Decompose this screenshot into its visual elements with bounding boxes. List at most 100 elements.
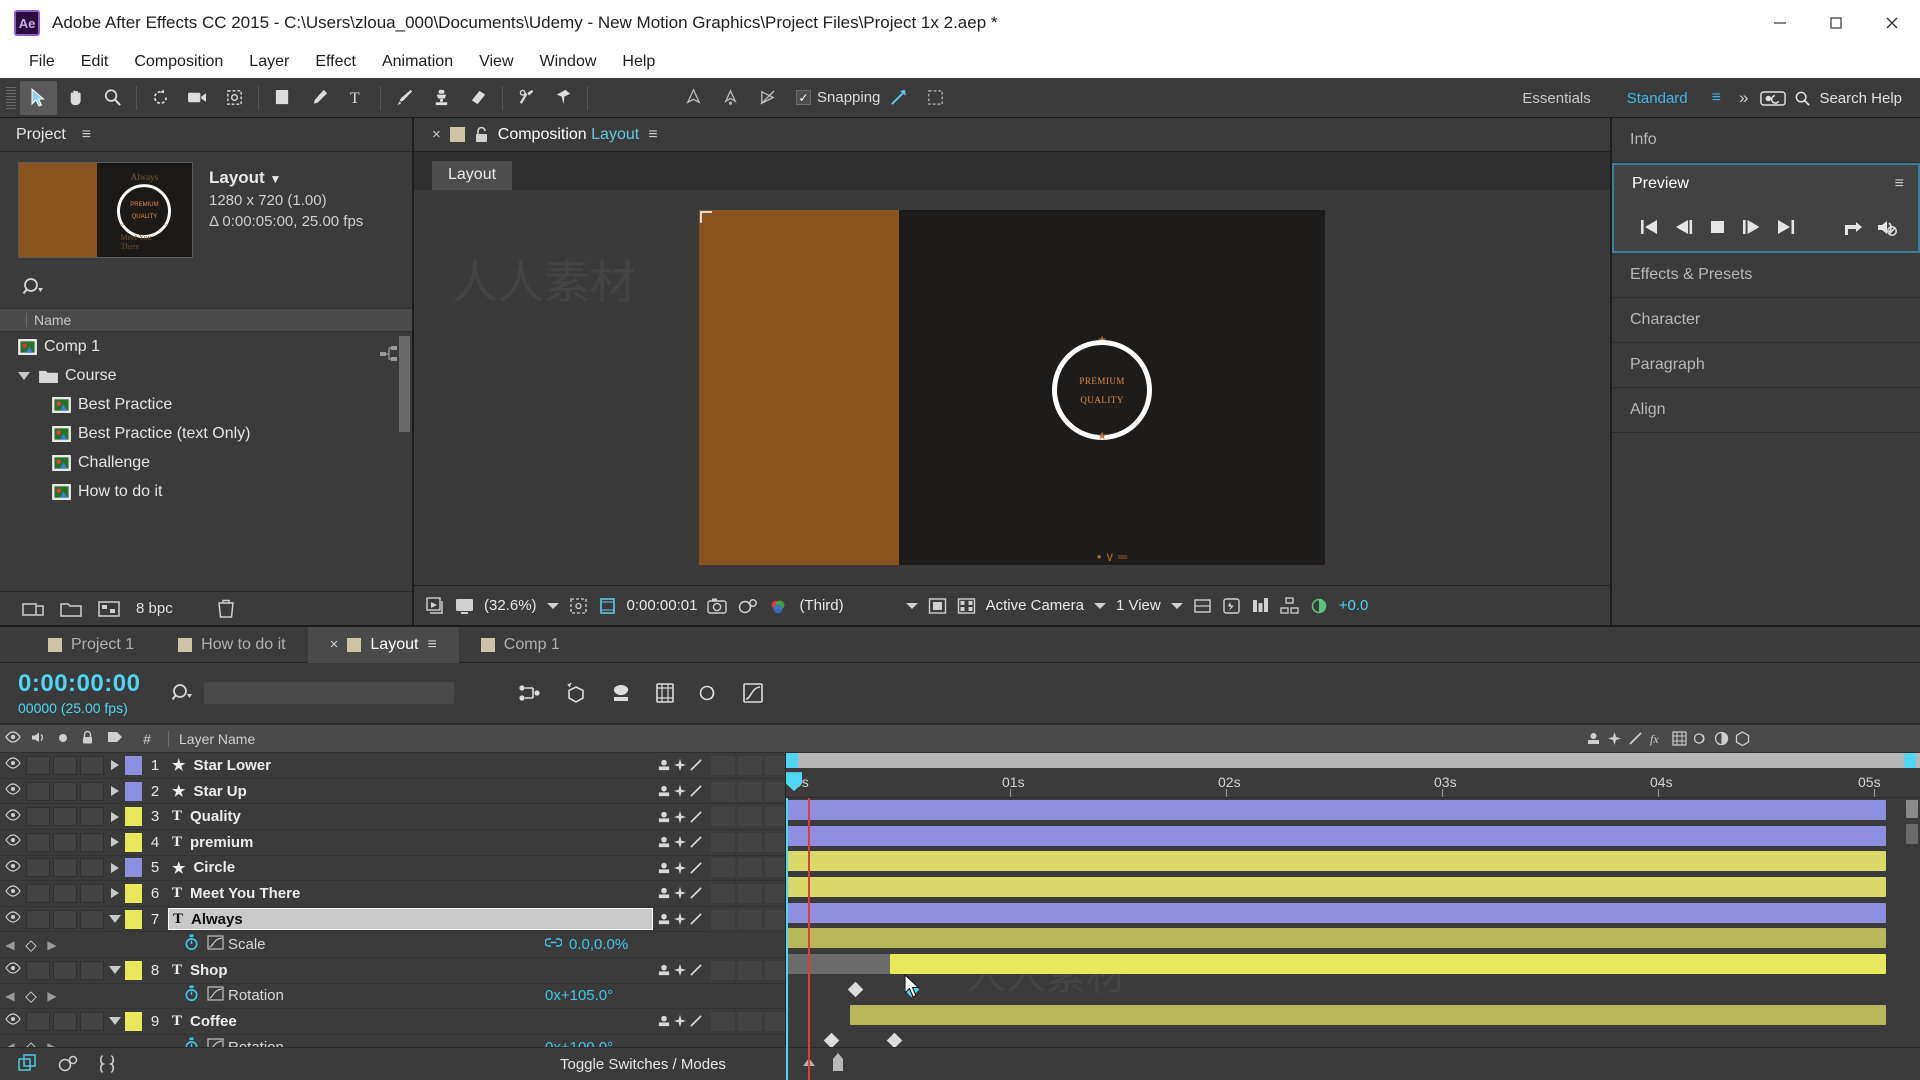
layer-label-color[interactable] bbox=[125, 858, 142, 878]
shy-toggle[interactable] bbox=[657, 884, 671, 903]
audio-toggle[interactable] bbox=[26, 858, 50, 878]
lock-toggle[interactable] bbox=[80, 807, 104, 827]
layer-name-selected[interactable]: T Always bbox=[168, 908, 653, 931]
collapse-toggle[interactable] bbox=[673, 961, 687, 980]
list-item[interactable]: How to do it bbox=[0, 477, 412, 506]
eye-icon[interactable] bbox=[0, 834, 26, 850]
layer-switches[interactable] bbox=[657, 858, 789, 878]
layer-switches[interactable] bbox=[657, 832, 789, 852]
first-frame-button[interactable] bbox=[1632, 212, 1666, 242]
layer-name[interactable]: T Coffee bbox=[168, 1013, 657, 1030]
collapse-toggle[interactable] bbox=[673, 884, 687, 903]
selection-handle-topleft[interactable] bbox=[700, 211, 712, 223]
menu-effect[interactable]: Effect bbox=[302, 50, 369, 74]
tab-project[interactable]: Project bbox=[16, 126, 66, 144]
quality-toggle[interactable] bbox=[689, 756, 703, 775]
quality-toggle[interactable] bbox=[689, 884, 703, 903]
views-label[interactable]: 1 View bbox=[1116, 597, 1161, 614]
playhead[interactable] bbox=[808, 798, 810, 1080]
collapse-toggle[interactable] bbox=[673, 782, 687, 801]
layer-row[interactable]: 4 T premium bbox=[0, 830, 789, 856]
channel-rgb-icon[interactable] bbox=[769, 597, 789, 615]
toolbar-grip[interactable] bbox=[6, 86, 16, 109]
current-time-display[interactable]: 0:00:00:00 00000 (25.00 fps) bbox=[0, 670, 170, 716]
menu-animation[interactable]: Animation bbox=[369, 50, 466, 74]
solo-toggle[interactable] bbox=[53, 781, 77, 801]
collapse-toggle[interactable] bbox=[673, 1012, 687, 1031]
layer-name[interactable]: ★ Star Up bbox=[168, 782, 657, 801]
tab-close-icon[interactable]: × bbox=[330, 636, 339, 653]
lock-toggle[interactable] bbox=[80, 858, 104, 878]
snapping-checkbox[interactable]: ✓ bbox=[796, 90, 811, 105]
solo-toggle[interactable] bbox=[53, 1011, 77, 1031]
solo-toggle[interactable] bbox=[53, 832, 77, 852]
comp-tab-close-icon[interactable]: × bbox=[432, 126, 441, 143]
eye-icon[interactable] bbox=[0, 783, 26, 799]
previous-frame-button[interactable] bbox=[1666, 212, 1700, 242]
list-item[interactable]: Best Practice bbox=[0, 390, 412, 419]
no-snap-icon[interactable] bbox=[749, 81, 786, 115]
collapse-toggle[interactable] bbox=[673, 833, 687, 852]
timeline-bars-area[interactable]: 人人素材 bbox=[786, 798, 1920, 1080]
menu-layer[interactable]: Layer bbox=[236, 50, 302, 74]
layer-name[interactable]: T Shop bbox=[168, 962, 657, 979]
work-area-start-handle[interactable] bbox=[786, 753, 798, 769]
layer-row[interactable]: 7 T Always bbox=[0, 907, 789, 933]
property-name[interactable]: Rotation bbox=[228, 987, 545, 1004]
zoom-level[interactable]: (32.6%) bbox=[484, 597, 537, 614]
shy-toggle[interactable] bbox=[657, 807, 671, 826]
link-icon[interactable] bbox=[544, 936, 563, 953]
graph-editor-toggle-icon[interactable] bbox=[202, 935, 228, 954]
layer-label-color[interactable] bbox=[125, 1011, 142, 1031]
mode-boxes[interactable] bbox=[711, 1011, 789, 1031]
keyframe[interactable] bbox=[823, 1032, 840, 1049]
eye-icon[interactable] bbox=[0, 757, 26, 773]
puppet-pin-tool-icon[interactable] bbox=[545, 81, 582, 115]
layer-bar[interactable] bbox=[786, 825, 1886, 846]
panel-character[interactable]: Character bbox=[1612, 298, 1920, 343]
grid-guides-icon[interactable] bbox=[569, 597, 588, 615]
loop-button[interactable] bbox=[1836, 212, 1870, 242]
preview-menu-icon[interactable]: ≡ bbox=[1895, 175, 1904, 193]
stop-button[interactable] bbox=[1700, 212, 1734, 242]
composition-mini-flowchart-icon[interactable] bbox=[58, 1054, 80, 1074]
list-item[interactable]: Challenge bbox=[0, 448, 412, 477]
transparency-grid-icon[interactable] bbox=[928, 597, 947, 615]
eye-icon[interactable] bbox=[0, 1013, 26, 1029]
tab-comp-1[interactable]: Comp 1 bbox=[459, 627, 582, 663]
resolution-dropdown-icon[interactable] bbox=[905, 602, 918, 609]
layer-label-color[interactable] bbox=[125, 960, 142, 980]
lock-toggle[interactable] bbox=[80, 909, 104, 929]
type-tool-icon[interactable]: T bbox=[338, 81, 375, 115]
layer-expand-icon[interactable] bbox=[111, 811, 119, 822]
audio-toggle[interactable] bbox=[26, 807, 50, 827]
work-area-end-handle[interactable] bbox=[1904, 753, 1916, 769]
region-of-interest-icon[interactable] bbox=[598, 597, 617, 615]
keyframe[interactable] bbox=[886, 1032, 903, 1049]
timeline-view-icon[interactable] bbox=[1251, 597, 1270, 615]
lock-icon[interactable] bbox=[474, 126, 489, 144]
project-item-dropdown-icon[interactable]: ▼ bbox=[269, 172, 281, 186]
folder-expand-icon[interactable] bbox=[18, 371, 30, 380]
layer-switches[interactable] bbox=[657, 1011, 789, 1031]
keyframe-toggle-icon[interactable]: ◇ bbox=[20, 987, 42, 1005]
lock-toggle[interactable] bbox=[80, 755, 104, 775]
menu-help[interactable]: Help bbox=[609, 50, 668, 74]
shy-toggle[interactable] bbox=[657, 910, 671, 929]
layer-name[interactable]: T premium bbox=[168, 834, 657, 851]
tab-layout[interactable]: × Layout ≡ bbox=[307, 626, 459, 663]
draft-3d-icon[interactable] bbox=[564, 682, 588, 704]
mask-view-icon[interactable] bbox=[957, 597, 976, 615]
layer-switches[interactable] bbox=[657, 781, 789, 801]
layer-row[interactable]: 6 T Meet You There bbox=[0, 881, 789, 907]
tab-project-1[interactable]: Project 1 bbox=[26, 627, 156, 663]
exposure-value[interactable]: +0.0 bbox=[1339, 597, 1369, 614]
layer-row[interactable]: 2 ★ Star Up bbox=[0, 779, 789, 805]
exposure-icon[interactable] bbox=[1309, 597, 1329, 615]
layer-bar[interactable] bbox=[786, 800, 1886, 821]
motion-blur-icon[interactable] bbox=[698, 682, 720, 704]
maximize-button[interactable] bbox=[1808, 0, 1864, 46]
zoom-dropdown-icon[interactable] bbox=[546, 602, 559, 609]
mode-boxes[interactable] bbox=[711, 807, 789, 827]
mode-boxes[interactable] bbox=[711, 755, 789, 775]
